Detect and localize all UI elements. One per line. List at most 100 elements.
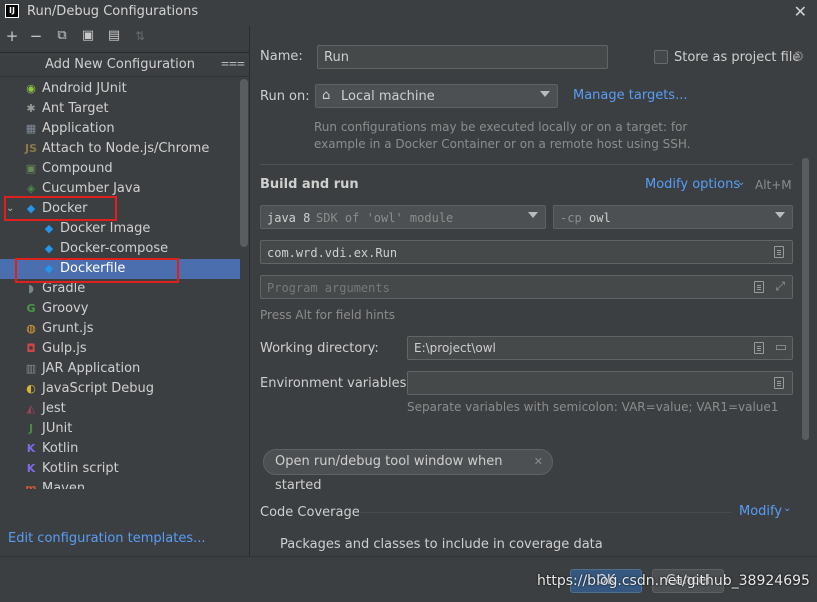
- tree-item-label: JavaScript Debug: [42, 381, 155, 396]
- groovy-icon: G: [26, 302, 36, 315]
- tree-item-junit[interactable]: J JUnit: [0, 419, 240, 439]
- tree-scrollbar[interactable]: [240, 79, 248, 247]
- working-directory-value: E:\project\owl: [414, 341, 496, 355]
- remove-icon[interactable]: −: [28, 28, 44, 44]
- classpath-prefix: -cp: [560, 211, 582, 225]
- edit-text-icon[interactable]: [754, 342, 764, 354]
- run-on-label: Run on:: [260, 89, 310, 104]
- gulp-icon: ◘: [26, 342, 36, 355]
- store-as-project-file-label: Store as project file: [674, 50, 801, 65]
- collapse-icon[interactable]: ⩶: [221, 55, 245, 71]
- tree-item-compound[interactable]: ▣ Compound: [0, 159, 240, 179]
- tree-item-label: Groovy: [42, 301, 89, 316]
- tree-item-ant-target[interactable]: ✱ Ant Target: [0, 99, 240, 119]
- save-icon[interactable]: ▣: [80, 28, 96, 44]
- name-value: Run: [324, 50, 349, 65]
- tree-item-label: Jest: [42, 401, 66, 416]
- application-icon: ▦: [25, 122, 37, 135]
- tree-item-grunt-js[interactable]: ◍ Grunt.js: [0, 319, 240, 339]
- sort-icon[interactable]: ⇅: [132, 28, 148, 44]
- tree-item-groovy[interactable]: G Groovy: [0, 299, 240, 319]
- title-bar: IJ Run/Debug Configurations ✕: [0, 0, 817, 24]
- grunt-icon: ◍: [26, 322, 36, 335]
- tree-item-jar-application[interactable]: ▥ JAR Application: [0, 359, 240, 379]
- jdk-hint: SDK of 'owl' module: [316, 211, 454, 225]
- field-hints-text: Press Alt for field hints: [260, 308, 395, 322]
- working-directory-label: Working directory:: [260, 341, 379, 356]
- gear-icon[interactable]: ⚙: [792, 49, 805, 65]
- copy-icon[interactable]: ⧉: [54, 28, 70, 44]
- browse-icon[interactable]: [774, 246, 784, 258]
- tree-item-label: Docker-compose: [60, 241, 169, 256]
- tree-item-application[interactable]: ▦ Application: [0, 119, 240, 139]
- modify-link[interactable]: Modify: [739, 504, 782, 519]
- section-separator: [260, 164, 793, 165]
- pane-divider[interactable]: [249, 26, 250, 556]
- tree-item-label: Grunt.js: [42, 321, 94, 336]
- tree-item-label: JAR Application: [42, 361, 141, 376]
- chevron-down-icon[interactable]: ⌄: [783, 503, 791, 514]
- classpath-dropdown[interactable]: -cp owl: [553, 205, 793, 229]
- folder-icon[interactable]: ▭: [775, 340, 787, 355]
- tree-item-label: Kotlin script: [42, 461, 119, 476]
- form-scrollbar[interactable]: [802, 158, 809, 440]
- window-title: Run/Debug Configurations: [27, 4, 199, 19]
- edit-text-icon[interactable]: [774, 377, 784, 389]
- tree-item-maven[interactable]: m Maven: [0, 479, 240, 489]
- add-new-configuration-header[interactable]: Add New Configuration ⩶: [0, 53, 249, 77]
- modify-options-link[interactable]: Modify options: [645, 177, 740, 192]
- environment-variables-label: Environment variables:: [260, 376, 411, 391]
- modify-options-shortcut: Alt+M: [755, 178, 792, 192]
- add-new-configuration-label: Add New Configuration: [45, 57, 195, 72]
- tree-item-gulp-js[interactable]: ◘ Gulp.js: [0, 339, 240, 359]
- working-directory-field[interactable]: E:\project\owl ▭: [407, 336, 793, 360]
- tree-item-kotlin[interactable]: K Kotlin: [0, 439, 240, 459]
- open-tool-window-option[interactable]: Open run/debug tool window when started …: [263, 449, 553, 493]
- tree-item-label: Kotlin: [42, 441, 79, 456]
- tree-item-javascript-debug[interactable]: ◐ JavaScript Debug: [0, 379, 240, 399]
- add-icon[interactable]: +: [4, 28, 20, 44]
- store-as-project-file-checkbox[interactable]: [654, 50, 668, 64]
- gradle-icon: ◗: [28, 282, 34, 295]
- jest-icon: ◭: [26, 402, 36, 415]
- name-field[interactable]: Run: [317, 45, 608, 69]
- main-class-field[interactable]: com.wrd.vdi.ex.Run: [260, 240, 793, 264]
- chevron-down-icon: [540, 91, 550, 97]
- tree-item-docker-image[interactable]: ◆ Docker Image: [0, 219, 240, 239]
- expand-icon[interactable]: ⤢: [775, 279, 785, 294]
- coverage-packages-label: Packages and classes to include in cover…: [280, 537, 603, 552]
- tree-item-jest[interactable]: ◭ Jest: [0, 399, 240, 419]
- chevron-down-icon: [528, 212, 538, 218]
- home-icon: ⌂: [322, 88, 331, 103]
- run-on-dropdown[interactable]: ⌂ Local machine: [315, 84, 558, 108]
- tree-item-label: Docker Image: [60, 221, 151, 236]
- run-on-hint-line-1: Run configurations may be executed local…: [314, 120, 688, 134]
- environment-variables-field[interactable]: [407, 371, 793, 395]
- js-debug-icon: ◐: [26, 382, 36, 395]
- tree-item-android-junit[interactable]: ◉ Android JUnit: [0, 79, 240, 99]
- cucumber-icon: ◈: [26, 182, 36, 195]
- kotlin-icon: K: [26, 442, 36, 455]
- folder-add-icon[interactable]: ▤: [106, 28, 122, 44]
- tree-item-label: Application: [42, 121, 115, 136]
- close-icon[interactable]: ✕: [794, 2, 807, 21]
- edit-configuration-templates-link[interactable]: Edit configuration templates...: [8, 531, 206, 546]
- program-arguments-field[interactable]: Program arguments ⤢: [260, 275, 793, 299]
- edit-text-icon[interactable]: [754, 281, 764, 293]
- highlight-box-docker: [4, 196, 117, 221]
- program-arguments-placeholder: Program arguments: [267, 281, 390, 295]
- manage-targets-link[interactable]: Manage targets...: [573, 88, 687, 103]
- kotlin-script-icon: K: [26, 462, 36, 475]
- tree-item-docker-compose[interactable]: ◆ Docker-compose: [0, 239, 240, 259]
- code-coverage-label: Code Coverage: [260, 505, 360, 520]
- tree-item-kotlin-script[interactable]: K Kotlin script: [0, 459, 240, 479]
- jdk-dropdown[interactable]: java 8 SDK of 'owl' module: [260, 205, 546, 229]
- chevron-down-icon: [775, 212, 785, 218]
- remove-option-icon[interactable]: ✕: [534, 450, 543, 474]
- ant-icon: ✱: [26, 102, 36, 115]
- maven-icon: m: [25, 482, 37, 489]
- chevron-down-icon[interactable]: ⌄: [737, 177, 745, 188]
- jar-icon: ▥: [25, 362, 37, 375]
- tree-item-attach-to-node-js-chrome[interactable]: JS Attach to Node.js/Chrome: [0, 139, 240, 159]
- tree-item-label: Ant Target: [42, 101, 109, 116]
